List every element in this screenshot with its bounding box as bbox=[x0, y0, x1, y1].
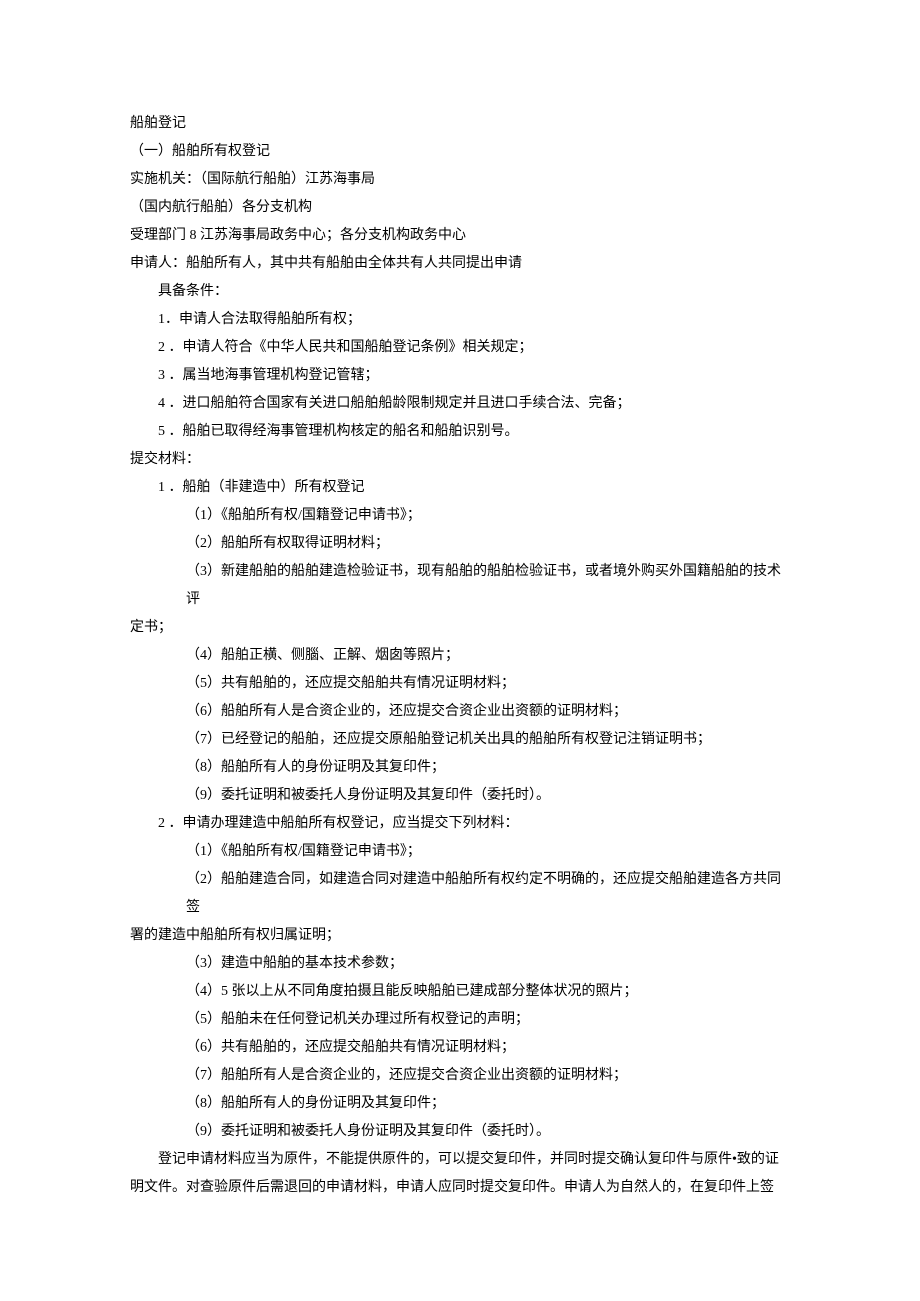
materials-b-item: （6）共有船舶的，还应提交船舶共有情况证明材料； bbox=[130, 1034, 790, 1062]
materials-a-header: 1 ．船舶（非建造中）所有权登记 bbox=[130, 474, 790, 502]
materials-a-item: （6）船舶所有人是合资企业的，还应提交合资企业出资额的证明材料； bbox=[130, 698, 790, 726]
materials-b-item-wrap1: （2）船舶建造合同，如建造合同对建造中船舶所有权约定不明确的，还应提交船舶建造各… bbox=[130, 866, 790, 922]
materials-a-item: （1）《船舶所有权/国籍登记申请书》； bbox=[130, 502, 790, 530]
materials-label: 提交材料： bbox=[130, 446, 790, 474]
materials-b-item: （3）建造中船舶的基本技术参数； bbox=[130, 950, 790, 978]
conditions-label: 具备条件： bbox=[130, 278, 790, 306]
materials-b-item: （8）船舶所有人的身份证明及其复印件； bbox=[130, 1090, 790, 1118]
footer-note-line1: 登记申请材料应当为原件，不能提供原件的，可以提交复印件，并同时提交确认复印件与原… bbox=[130, 1146, 790, 1174]
materials-a-item: （2）船舶所有权取得证明材料； bbox=[130, 530, 790, 558]
document-page: 船舶登记 （一）船舶所有权登记 实施机关：（国际航行船舶）江苏海事局 （国内航行… bbox=[0, 0, 920, 1301]
materials-a-item-wrap1: （3）新建船舶的船舶建造检验证书，现有船舶的船舶检验证书，或者境外购买外国籍船舶… bbox=[130, 558, 790, 614]
materials-b-item: （7）船舶所有人是合资企业的，还应提交合资企业出资额的证明材料； bbox=[130, 1062, 790, 1090]
condition-item: 4 ．进口船舶符合国家有关进口船舶船龄限制规定并且进口手续合法、完备； bbox=[130, 390, 790, 418]
materials-a-item: （8）船舶所有人的身份证明及其复印件； bbox=[130, 754, 790, 782]
materials-b-item: （5）船舶未在任何登记机关办理过所有权登记的声明； bbox=[130, 1006, 790, 1034]
condition-item: 2 ．申请人符合《中华人民共和国船舶登记条例》相关规定； bbox=[130, 334, 790, 362]
materials-b-item: （9）委托证明和被委托人身份证明及其复印件（委托时）。 bbox=[130, 1118, 790, 1146]
materials-a-item: （7）已经登记的船舶，还应提交原船舶登记机关出具的船舶所有权登记注销证明书； bbox=[130, 726, 790, 754]
materials-a-item: （9）委托证明和被委托人身份证明及其复印件（委托时）。 bbox=[130, 782, 790, 810]
materials-b-header: 2 ．申请办理建造中船舶所有权登记，应当提交下列材料： bbox=[130, 810, 790, 838]
accept-dept: 受理部门 8 江苏海事局政务中心；各分支机构政务中心 bbox=[130, 222, 790, 250]
agency-line-1: 实施机关：（国际航行船舶）江苏海事局 bbox=[130, 166, 790, 194]
materials-a-item: （4）船舶正横、侧腦、正解、烟囱等照片； bbox=[130, 642, 790, 670]
materials-a-item-wrap2: 定书； bbox=[130, 614, 790, 642]
footer-note-line2: 明文件。对查验原件后需退回的申请材料，申请人应同时提交复印件。申请人为自然人的，… bbox=[130, 1174, 790, 1202]
materials-b-item-wrap2: 署的建造中船舶所有权归属证明； bbox=[130, 922, 790, 950]
agency-line-2: （国内航行船舶）各分支机构 bbox=[130, 194, 790, 222]
materials-b-item: （1）《船舶所有权/国籍登记申请书》； bbox=[130, 838, 790, 866]
condition-item: 3 ．属当地海事管理机构登记管辖； bbox=[130, 362, 790, 390]
condition-item: 5 ．船舶已取得经海事管理机构核定的船名和船舶识别号。 bbox=[130, 418, 790, 446]
applicant-line: 申请人：船舶所有人，其中共有船舶由全体共有人共同提出申请 bbox=[130, 250, 790, 278]
condition-item: 1．申请人合法取得船舶所有权； bbox=[130, 306, 790, 334]
doc-main-title: 船舶登记 bbox=[130, 110, 790, 138]
materials-b-item: （4）5 张以上从不同角度拍摄且能反映船舶已建成部分整体状况的照片； bbox=[130, 978, 790, 1006]
section-header: （一）船舶所有权登记 bbox=[130, 138, 790, 166]
materials-a-item: （5）共有船舶的，还应提交船舶共有情况证明材料； bbox=[130, 670, 790, 698]
